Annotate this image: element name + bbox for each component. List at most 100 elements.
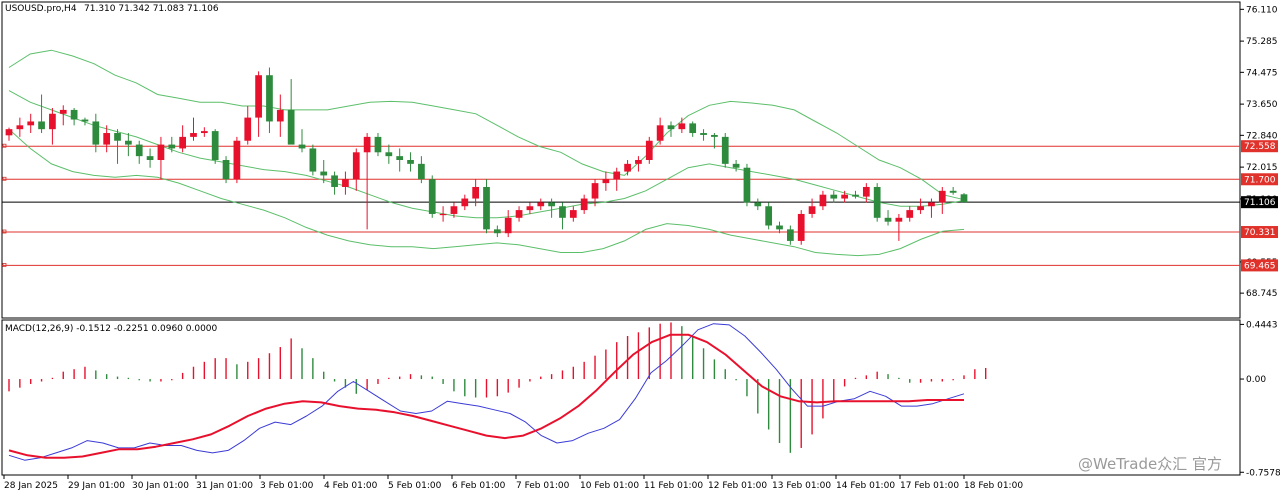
candle-body	[928, 202, 935, 207]
candle-body	[862, 186, 870, 197]
candle-body	[38, 121, 45, 130]
candle-body	[493, 229, 501, 234]
level-price-label: 72.558	[1244, 142, 1276, 152]
time-tick-label: 14 Feb 01:00	[836, 481, 895, 491]
candle-body	[906, 210, 914, 218]
candle-body	[233, 140, 241, 180]
time-tick-label: 4 Feb 01:00	[324, 481, 378, 491]
price-tick-label: 75.285	[1246, 37, 1278, 47]
candle-body	[743, 167, 751, 203]
candle-body	[732, 163, 740, 168]
candle-body	[461, 198, 469, 207]
candle-body	[613, 171, 621, 180]
candle-body	[645, 140, 653, 160]
candle-body	[396, 156, 404, 160]
candle-body	[255, 75, 262, 118]
candle-body	[407, 160, 414, 164]
time-tick-label: 30 Jan 01:00	[132, 481, 189, 491]
background	[0, 0, 1280, 493]
candle-body	[852, 194, 859, 197]
candle-body	[70, 109, 78, 120]
price-tick-label: 68.745	[1246, 289, 1278, 299]
candle-body	[309, 148, 317, 172]
candle-body	[320, 171, 328, 176]
candle-body	[59, 109, 67, 114]
candle-body	[949, 190, 957, 193]
price-tick-label: 72.840	[1246, 131, 1278, 141]
candle-body	[179, 136, 187, 149]
candle-body	[917, 206, 924, 211]
candle-body	[190, 133, 197, 137]
candle-body	[895, 217, 903, 222]
current-price-label: 71.106	[1244, 198, 1276, 208]
candle-body	[515, 210, 523, 218]
time-tick-label: 29 Jan 01:00	[68, 481, 125, 491]
candle-body	[363, 136, 371, 153]
candle-body	[700, 133, 707, 135]
candle-body	[266, 75, 273, 122]
level-price-label: 70.331	[1244, 228, 1276, 238]
candle-body	[5, 129, 13, 136]
candle-body	[765, 206, 773, 226]
candle-body	[418, 163, 425, 180]
time-tick-label: 12 Feb 01:00	[708, 481, 767, 491]
macd-indicator-header: MACD(12,26,9) -0.1512 -0.2251 0.0960 0.0…	[5, 324, 218, 334]
candle-body	[439, 213, 447, 216]
candle-body	[200, 131, 208, 134]
candle-body	[711, 134, 718, 137]
candle-body	[559, 206, 566, 218]
candle-body	[526, 206, 534, 211]
price-tick-label: 73.650	[1246, 100, 1278, 110]
time-tick-label: 7 Feb 01:00	[516, 481, 570, 491]
time-tick-label: 13 Feb 01:00	[772, 481, 831, 491]
chart-root: 76.110 75.285 74.475 73.650 72.840 72.015 71.1…	[0, 0, 1280, 493]
candle-body	[678, 123, 686, 130]
candle-body	[331, 175, 338, 187]
candle-body	[276, 109, 284, 122]
candle-body	[808, 206, 816, 214]
time-tick-label: 17 Feb 01:00	[900, 481, 959, 491]
candle-body	[841, 194, 848, 199]
candle-body	[49, 113, 56, 130]
candle-body	[580, 198, 588, 211]
time-tick-label: 28 Jan 2025	[4, 481, 58, 491]
candle-body	[135, 144, 143, 157]
candle-body	[656, 125, 664, 141]
candle-body	[483, 186, 490, 230]
level-price-label: 69.465	[1244, 261, 1276, 271]
candle-body	[374, 136, 382, 153]
candle-body	[776, 225, 783, 230]
macd-tick-label: 0.00	[1246, 375, 1266, 385]
candle-body	[114, 133, 121, 141]
candle-body	[92, 121, 100, 145]
candle-body	[157, 144, 165, 160]
candle-body	[146, 156, 154, 160]
time-tick-label: 11 Feb 01:00	[644, 481, 703, 491]
time-tick-label: 31 Jan 01:00	[196, 481, 253, 491]
candle-body	[797, 213, 805, 241]
candle-body	[222, 160, 230, 180]
candle-body	[624, 163, 631, 172]
candle-body	[591, 183, 599, 199]
candle-body	[569, 210, 577, 218]
candle-body	[667, 125, 675, 130]
time-tick-label: 5 Feb 01:00	[388, 481, 442, 491]
candle-body	[819, 194, 827, 207]
candle-body	[125, 140, 132, 145]
candle-body	[298, 144, 306, 149]
candle-body	[81, 119, 89, 122]
candle-body	[385, 152, 393, 157]
macd-tick-label: 0.4443	[1246, 320, 1278, 330]
candle-body	[472, 186, 480, 199]
time-tick-label: 6 Feb 01:00	[452, 481, 506, 491]
candle-body	[938, 190, 946, 203]
candle-body	[211, 131, 219, 160]
candle-body	[689, 123, 697, 134]
candle-body	[428, 179, 436, 214]
chart-canvas[interactable]: 76.110 75.285 74.475 73.650 72.840 72.015 71.1…	[0, 0, 1280, 493]
watermark-text: @WeTrade众汇 官方	[1078, 455, 1222, 473]
candle-body	[873, 186, 881, 218]
time-tick-label: 18 Feb 01:00	[964, 481, 1023, 491]
candle-body	[960, 194, 968, 203]
level-price-label: 71.700	[1244, 175, 1276, 185]
